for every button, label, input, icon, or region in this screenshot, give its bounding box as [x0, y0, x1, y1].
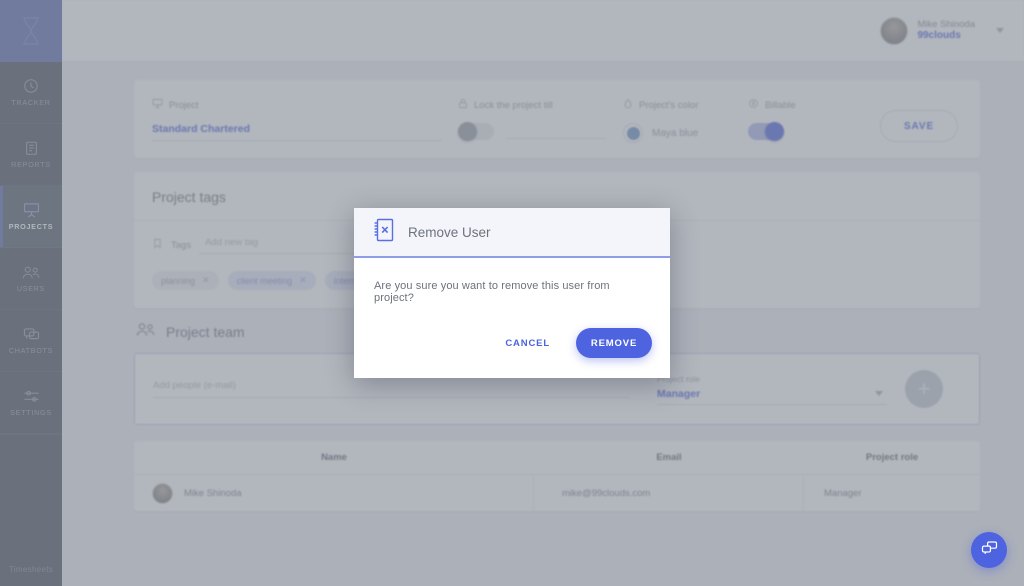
remove-user-book-icon — [372, 217, 396, 248]
remove-user-dialog: Remove User Are you sure you want to rem… — [354, 208, 670, 378]
chat-bubbles-icon — [981, 540, 998, 561]
dialog-title: Remove User — [408, 224, 491, 240]
remove-button[interactable]: REMOVE — [576, 328, 652, 358]
dialog-message: Are you sure you want to remove this use… — [374, 280, 610, 304]
support-chat-button[interactable] — [971, 532, 1007, 568]
dialog-actions: CANCEL REMOVE — [354, 328, 670, 378]
dialog-body: Are you sure you want to remove this use… — [354, 258, 670, 328]
app-root: Mike Shinoda 99clouds — [0, 0, 1024, 586]
dialog-header: Remove User — [354, 208, 670, 258]
cancel-button[interactable]: CANCEL — [495, 330, 560, 357]
